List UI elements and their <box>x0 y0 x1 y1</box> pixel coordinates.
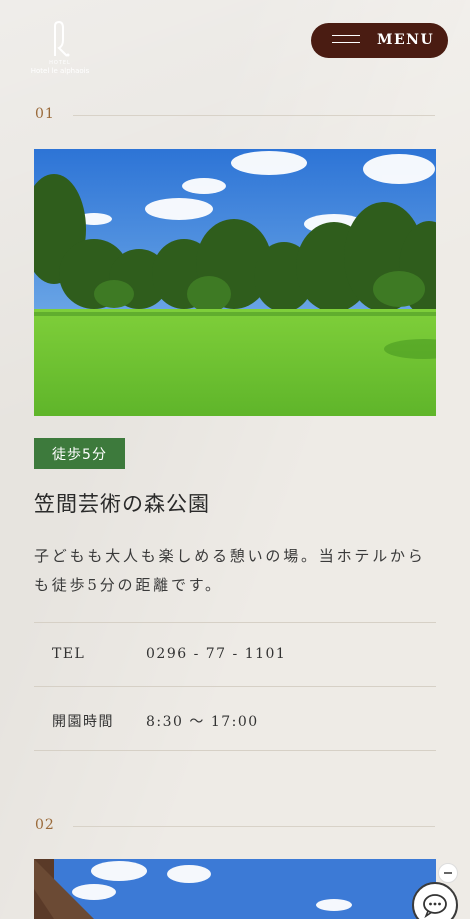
hours-label: 開園時間 <box>52 714 114 730</box>
logo-mark-icon <box>54 20 70 57</box>
close-chat-button[interactable] <box>438 863 458 883</box>
section-2-photo <box>34 859 436 919</box>
park-photo <box>34 149 436 416</box>
info-divider <box>34 686 436 687</box>
hotel-logo[interactable]: HOTEL Hotel le alphaois <box>22 20 98 75</box>
chat-bubble-icon <box>423 894 447 919</box>
menu-button[interactable]: MENU <box>311 23 448 58</box>
hamburger-icon <box>332 35 360 45</box>
chat-button[interactable] <box>412 882 458 919</box>
info-divider <box>34 622 436 623</box>
spot-description: 子どもも大人も楽しめる憩いの場。当ホテルからも徒歩5分の距離です。 <box>34 547 426 594</box>
logo-small-text: HOTEL <box>49 60 71 66</box>
info-divider <box>34 750 436 751</box>
section-number: 01 <box>35 106 55 122</box>
section-divider <box>73 826 435 827</box>
close-icon <box>444 872 452 874</box>
spot-title: 笠間芸術の森公園 <box>34 492 210 516</box>
section-divider <box>73 115 435 116</box>
tel-label: TEL <box>52 646 86 662</box>
tel-value[interactable]: 0296 - 77 - 1101 <box>146 646 286 662</box>
section-number: 02 <box>35 817 55 833</box>
logo-name: Hotel le alphaois <box>30 67 90 75</box>
site-header: HOTEL Hotel le alphaois MENU <box>0 0 470 100</box>
walking-time-badge: 徒歩5分 <box>34 438 125 469</box>
menu-label: MENU <box>377 32 435 48</box>
hours-value: 8:30 〜 17:00 <box>146 714 259 730</box>
